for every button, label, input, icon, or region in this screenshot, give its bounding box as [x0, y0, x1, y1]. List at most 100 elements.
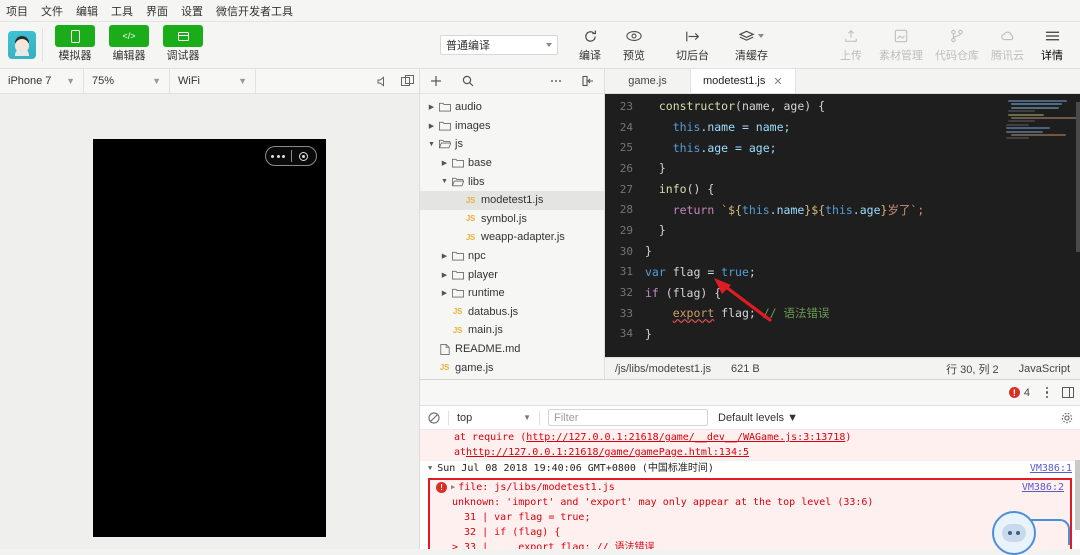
tree-item-base[interactable]: ▶base	[420, 154, 604, 173]
user-avatar[interactable]	[8, 31, 36, 59]
tree-item-player[interactable]: ▶player	[420, 265, 604, 284]
background-button[interactable]: 切后台	[670, 26, 715, 65]
debugger-button[interactable]: 调试器	[157, 26, 209, 65]
chevron-right-icon[interactable]: ▶	[426, 122, 437, 130]
simulator-button[interactable]: 模拟器	[49, 26, 101, 65]
zoom-select[interactable]: 75% ▼	[84, 69, 170, 94]
collapse-panel-icon[interactable]	[572, 75, 604, 87]
code-line-34[interactable]: 34}	[605, 324, 1002, 345]
preview-button[interactable]: 预览	[612, 26, 656, 65]
code-lines[interactable]: 23 constructor(name, age) {24 this.name …	[605, 94, 1002, 357]
dock-side-icon[interactable]	[1056, 380, 1080, 405]
assistant-bubble-icon[interactable]	[992, 511, 1036, 555]
console-stack-link[interactable]: http://127.0.0.1:21618/game/__dev__/WAGa…	[526, 431, 845, 444]
more-dots-icon[interactable]	[266, 155, 291, 158]
console-error-block[interactable]: ! ▶ file: js/libs/modetest1.js VM386:2 u…	[428, 478, 1072, 549]
console-output[interactable]: at require (http://127.0.0.1:21618/game/…	[420, 430, 1080, 549]
collapse-triangle-icon[interactable]: ▼	[428, 462, 432, 475]
code-line-24[interactable]: 24 this.name = name;	[605, 117, 1002, 138]
clear-cache-button[interactable]: 清缓存	[729, 26, 774, 65]
tree-item-audio[interactable]: ▶audio	[420, 98, 604, 117]
tree-item-main-js[interactable]: ▶JSmain.js	[420, 321, 604, 340]
device-select[interactable]: iPhone 7 ▼	[0, 69, 84, 94]
code-line-29[interactable]: 29 }	[605, 220, 1002, 241]
console-filter-input[interactable]	[548, 409, 708, 426]
volume-icon[interactable]	[371, 76, 395, 87]
error-block-vm-link[interactable]: VM386:2	[1022, 481, 1064, 494]
chevron-right-icon[interactable]: ▶	[439, 159, 450, 167]
code-line-31[interactable]: 31var flag = true;	[605, 262, 1002, 283]
error-code-line: > 33 | export flag; // 语法错误	[430, 540, 1070, 549]
code-line-28[interactable]: 28 return `${this.name}${this.age}岁了`;	[605, 199, 1002, 220]
error-count-badge[interactable]: ! 4	[1009, 380, 1038, 405]
compile-mode-select[interactable]: 普通编译	[440, 35, 558, 55]
menu-item-tools[interactable]: 工具	[111, 3, 133, 19]
assets-button[interactable]: 素材管理	[873, 26, 929, 65]
tree-item-weapp-adapter-js[interactable]: ▶JSweapp-adapter.js	[420, 228, 604, 247]
more-vertical-icon[interactable]	[1038, 380, 1056, 405]
add-icon[interactable]	[420, 75, 452, 87]
rotate-icon[interactable]	[395, 75, 419, 87]
network-select[interactable]: WiFi ▼	[170, 69, 256, 94]
chevron-right-icon[interactable]: ▶	[439, 289, 450, 297]
search-icon[interactable]	[452, 75, 484, 87]
code-line-27[interactable]: 27 info() {	[605, 179, 1002, 200]
chevron-right-icon[interactable]: ▶	[439, 271, 450, 279]
editor-button[interactable]: </> 编辑器	[103, 26, 155, 65]
code-line-30[interactable]: 30}	[605, 241, 1002, 262]
tree-item-runtime[interactable]: ▶runtime	[420, 284, 604, 303]
tree-item-libs[interactable]: ▼libs	[420, 172, 604, 191]
editor-tab-modetest1-js[interactable]: modetest1.js✕	[691, 69, 796, 93]
code-line-25[interactable]: 25 this.age = age;	[605, 137, 1002, 158]
clear-console-icon[interactable]	[420, 412, 448, 424]
editor-scrollbar[interactable]	[1076, 94, 1080, 357]
compile-button[interactable]: 编译	[568, 26, 612, 65]
console-context-select[interactable]: top ▼	[449, 412, 539, 424]
status-cursor-position[interactable]: 行 30, 列 2	[936, 361, 1009, 377]
status-language[interactable]: JavaScript	[1009, 363, 1080, 375]
console-scrollbar[interactable]	[1075, 430, 1080, 549]
menu-item-devtools[interactable]: 微信开发者工具	[216, 3, 293, 19]
file-tree[interactable]: ▶audio▶images▼js▶base▼libs▶JSmodetest1.j…	[420, 94, 604, 379]
settings-gear-icon[interactable]	[1054, 412, 1080, 424]
editor-tab-game-js[interactable]: game.js	[605, 69, 691, 93]
menu-item-edit[interactable]: 编辑	[76, 3, 98, 19]
tree-item-js[interactable]: ▼js	[420, 135, 604, 154]
tree-item-images[interactable]: ▶images	[420, 117, 604, 136]
tree-item-readme-md[interactable]: ▶README.md	[420, 340, 604, 359]
more-icon[interactable]	[540, 79, 572, 83]
tree-item-modetest1-js[interactable]: ▶JSmodetest1.js	[420, 191, 604, 210]
editor-minimap[interactable]	[1002, 94, 1080, 357]
phone-screen[interactable]	[93, 139, 326, 537]
error-block-title-row[interactable]: ! ▶ file: js/libs/modetest1.js VM386:2	[430, 480, 1070, 495]
close-icon[interactable]: ✕	[773, 75, 782, 88]
tree-item-databus-js[interactable]: ▶JSdatabus.js	[420, 303, 604, 322]
console-vm-link[interactable]: VM386:1	[1030, 462, 1072, 475]
chevron-down-icon[interactable]: ▼	[426, 141, 437, 148]
code-line-23[interactable]: 23 constructor(name, age) {	[605, 96, 1002, 117]
code-line-32[interactable]: 32if (flag) {	[605, 282, 1002, 303]
menu-item-settings[interactable]: 设置	[181, 3, 203, 19]
expand-triangle-icon[interactable]: ▶	[451, 481, 455, 494]
details-button[interactable]: 详情	[1030, 26, 1074, 65]
upload-button[interactable]: 上传	[829, 26, 873, 65]
target-circle-icon[interactable]	[292, 152, 317, 161]
tree-item-symbol-js[interactable]: ▶JSsymbol.js	[420, 210, 604, 229]
menu-item-project[interactable]: 项目	[6, 3, 28, 19]
console-group-row[interactable]: ▼Sun Jul 08 2018 19:40:06 GMT+0800 (中国标准…	[420, 460, 1080, 476]
code-line-26[interactable]: 26 }	[605, 158, 1002, 179]
console-levels-select[interactable]: Default levels ▼	[718, 412, 798, 424]
chevron-right-icon[interactable]: ▶	[426, 103, 437, 111]
code-viewport[interactable]: 23 constructor(name, age) {24 this.name …	[605, 94, 1080, 357]
chevron-down-icon[interactable]: ▼	[439, 178, 450, 185]
cloud-button[interactable]: 腾讯云	[985, 26, 1030, 65]
repo-button[interactable]: 代码仓库	[929, 26, 985, 65]
chevron-right-icon[interactable]: ▶	[439, 252, 450, 260]
menubar: 项目 文件 编辑 工具 界面 设置 微信开发者工具	[0, 0, 1080, 22]
tree-item-npc[interactable]: ▶npc	[420, 247, 604, 266]
menu-item-ui[interactable]: 界面	[146, 3, 168, 19]
menu-item-file[interactable]: 文件	[41, 3, 63, 19]
console-stack-link[interactable]: http://127.0.0.1:21618/game/gamePage.htm…	[466, 446, 749, 459]
code-line-33[interactable]: 33 export flag; // 语法错误	[605, 303, 1002, 324]
tree-item-game-js[interactable]: ▶JSgame.js	[420, 358, 604, 377]
